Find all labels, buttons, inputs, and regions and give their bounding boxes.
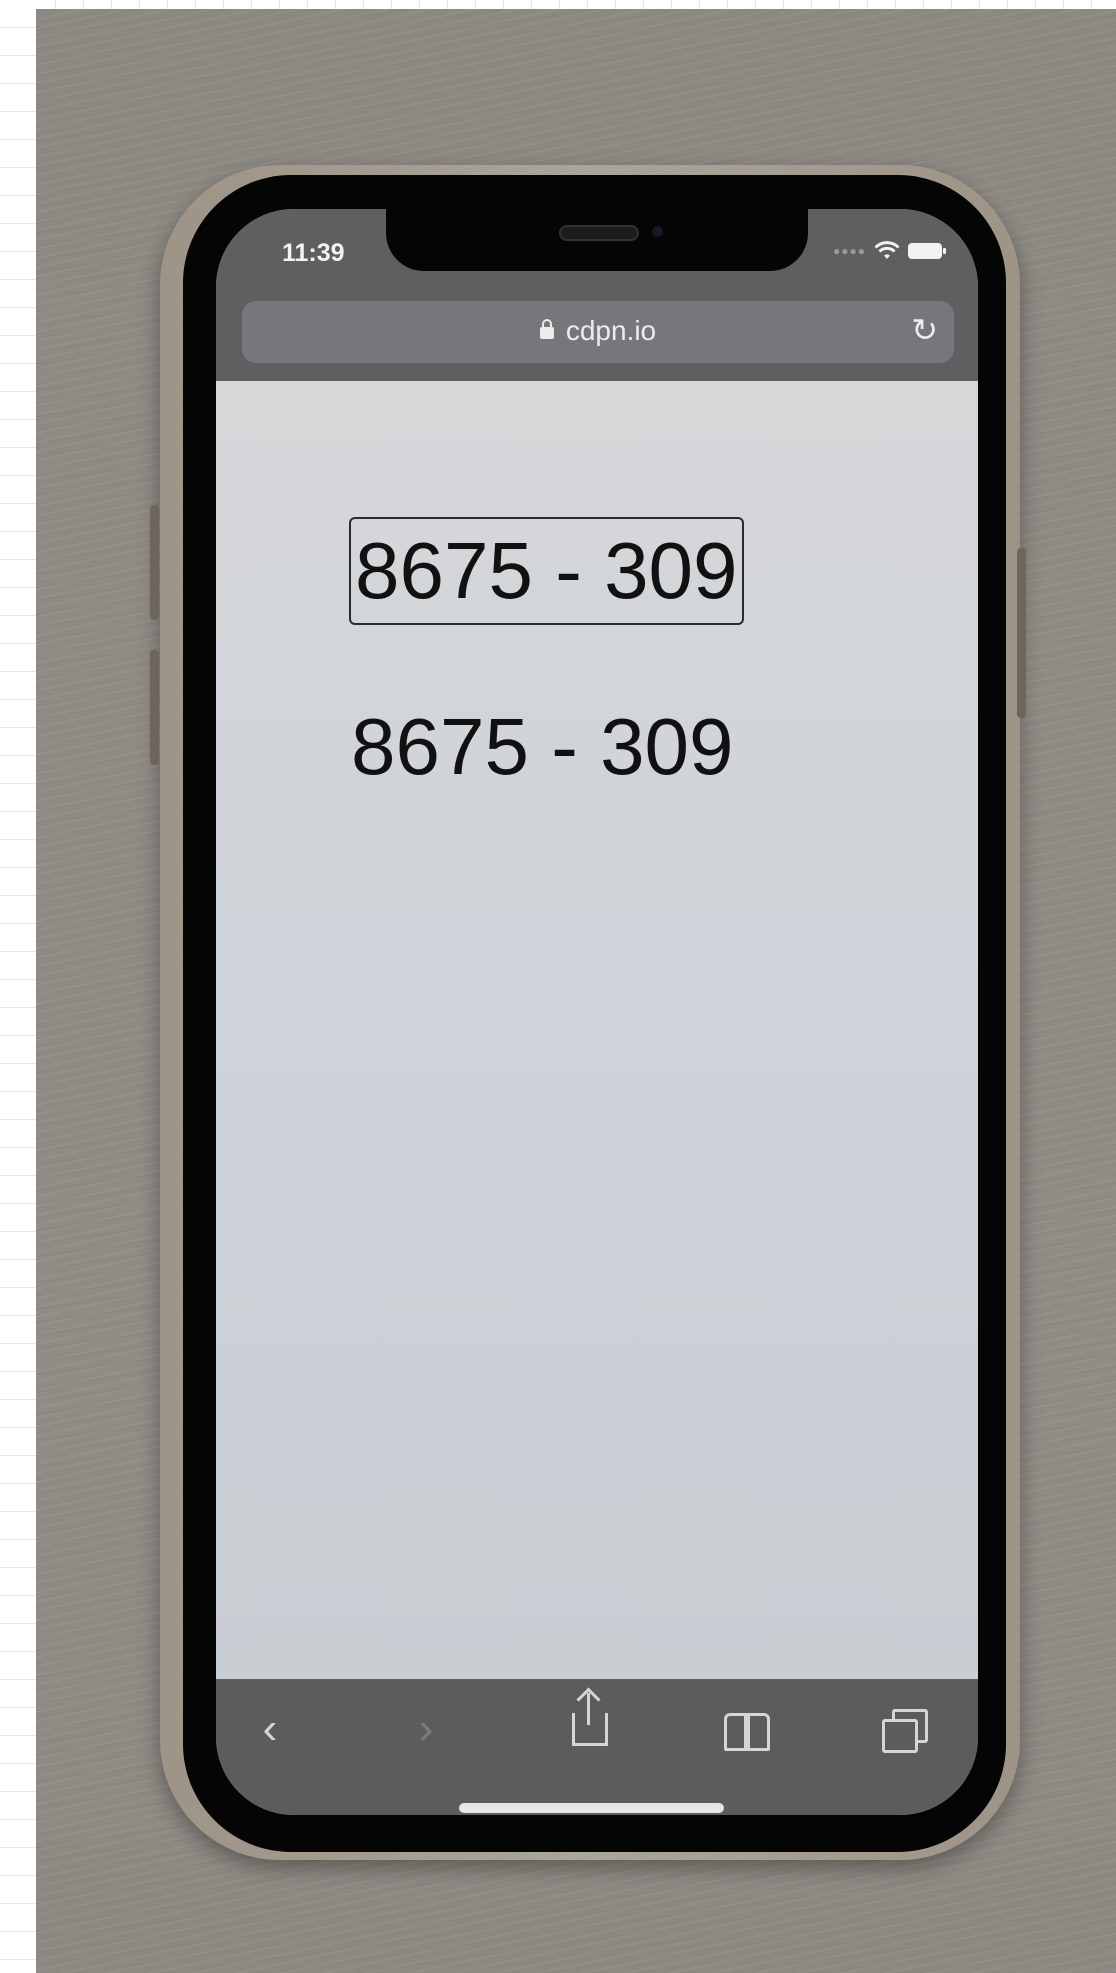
browser-toolbar: ‹ › (216, 1679, 978, 1815)
reload-icon[interactable]: ↻ (911, 311, 938, 349)
earpiece-speaker (559, 225, 639, 241)
home-indicator[interactable] (459, 1803, 724, 1813)
url-text: cdpn.io (565, 315, 657, 346)
web-content: 8675 - 309 8675 - 309 (216, 381, 978, 1679)
phone-screen: 11:39 ●●●● cdpn.io ↻ 8675 - 309 8675 - 3 (216, 209, 978, 1815)
share-icon[interactable] (572, 1687, 608, 1746)
volume-down-button (150, 650, 159, 765)
url-display[interactable]: cdpn.io (242, 315, 954, 347)
phone-input-field[interactable]: 8675 - 309 (349, 517, 744, 625)
phone-text: 8675 - 309 (351, 702, 734, 791)
signal-icon: ●●●● (833, 244, 866, 258)
status-bar: 11:39 ●●●● (216, 209, 978, 295)
battery-icon (908, 243, 946, 259)
side-button (1017, 548, 1026, 718)
tabs-icon[interactable] (882, 1709, 928, 1753)
background-grid-left (0, 0, 36, 1973)
phone-input-value: 8675 - 309 (355, 526, 738, 615)
chevron-left-icon[interactable]: ‹ (240, 1699, 300, 1759)
lock-icon (539, 319, 554, 339)
chevron-right-icon[interactable]: › (396, 1699, 456, 1759)
background-grid-top (0, 0, 1116, 9)
status-icons: ●●●● (833, 241, 946, 261)
volume-up-button (150, 505, 159, 620)
status-time: 11:39 (282, 239, 345, 267)
front-camera (652, 226, 663, 237)
address-bar-area: cdpn.io ↻ (216, 295, 978, 381)
wifi-icon (874, 241, 900, 259)
book-icon[interactable] (724, 1713, 770, 1751)
notch (386, 209, 808, 271)
address-bar[interactable]: cdpn.io ↻ (242, 301, 954, 363)
